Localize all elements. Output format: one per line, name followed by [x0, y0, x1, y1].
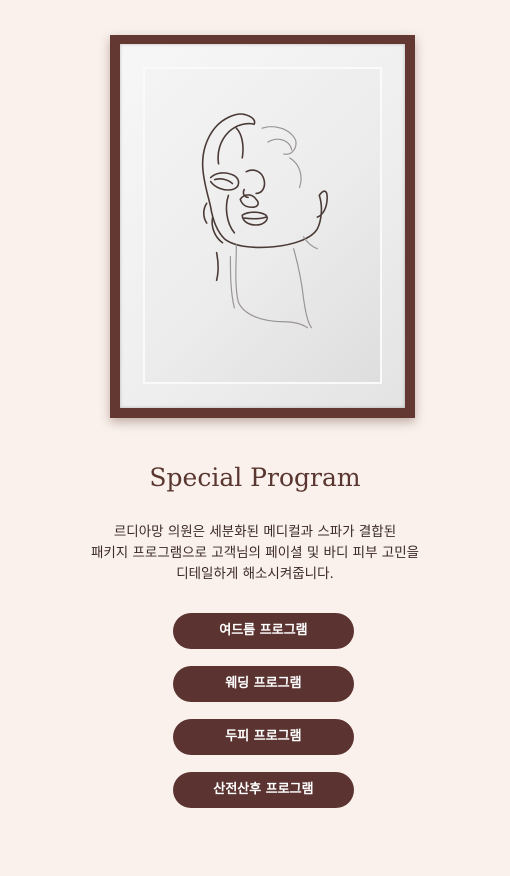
- scalp-program-button[interactable]: 두피 프로그램: [173, 719, 354, 755]
- face-line-drawing-icon: [201, 113, 328, 329]
- description-line: 디테일하게 해소시켜줍니다.: [176, 566, 334, 582]
- wedding-program-button[interactable]: 웨딩 프로그램: [173, 666, 354, 702]
- description-line: 패키지 프로그램으로 고객님의 페이셜 및 바디 피부 고민을: [90, 545, 420, 561]
- section-description: 르디아망 의원은 세분화된 메디컬과 스파가 결합된 패키지 프로그램으로 고객…: [30, 522, 480, 585]
- line-art-face-image: [143, 67, 382, 384]
- framed-artwork: [110, 35, 415, 418]
- prenatal-postpartum-program-button[interactable]: 산전산후 프로그램: [173, 772, 354, 808]
- acne-program-button[interactable]: 여드름 프로그램: [173, 613, 354, 649]
- artwork-mat: [120, 44, 405, 408]
- program-button-list: 여드름 프로그램 웨딩 프로그램 두피 프로그램 산전산후 프로그램: [173, 613, 354, 825]
- description-line: 르디아망 의원은 세분화된 메디컬과 스파가 결합된: [113, 524, 397, 540]
- section-title: Special Program: [149, 463, 361, 492]
